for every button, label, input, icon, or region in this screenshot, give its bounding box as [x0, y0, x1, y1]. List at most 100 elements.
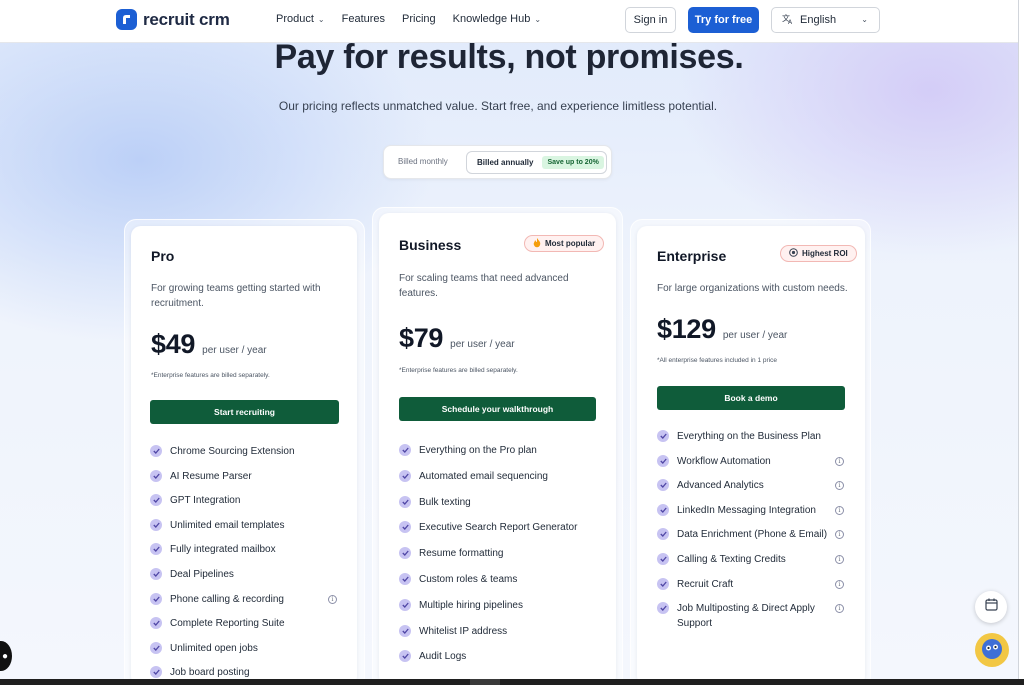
billed-annually-label: Billed annually: [477, 158, 534, 167]
feature-label: Resume formatting: [419, 548, 504, 560]
book-a-demo-button[interactable]: Book a demo: [657, 386, 845, 410]
business-plan-card: Business Most popular For scaling teams …: [379, 213, 616, 685]
check-icon: [657, 528, 669, 541]
feature-label: LinkedIn Messaging Integration: [677, 504, 816, 516]
feature-label: Chrome Sourcing Extension: [170, 446, 295, 457]
calendar-button[interactable]: [975, 591, 1007, 623]
feature-item: Automated email sequencing: [399, 469, 604, 484]
taskbar-item[interactable]: [470, 679, 500, 685]
feature-label: Fully integrated mailbox: [170, 544, 276, 556]
check-icon: [150, 666, 162, 679]
plan-price: $79 per user / year: [399, 323, 515, 354]
translate-icon: 文A: [782, 13, 794, 28]
feature-item: Resume formatting: [399, 546, 604, 561]
chevron-down-icon: ⌄: [861, 15, 868, 24]
info-icon[interactable]: i: [835, 604, 844, 614]
start-recruiting-button[interactable]: Start recruiting: [150, 400, 339, 424]
page-title: Pay for results, not promises.: [274, 38, 744, 76]
business-feature-list: Everything on the Pro plan Automated emai…: [399, 443, 604, 675]
feature-label: Recruit Craft: [677, 578, 734, 590]
check-icon: [150, 518, 162, 531]
check-icon: [399, 547, 411, 560]
check-icon: [150, 494, 162, 507]
save-badge: Save up to 20%: [542, 156, 604, 169]
info-icon[interactable]: i: [835, 505, 844, 515]
check-icon: [150, 617, 162, 630]
logo[interactable]: recruit crm: [116, 9, 230, 30]
feature-label: Automated email sequencing: [419, 470, 548, 482]
check-icon: [657, 577, 669, 590]
plan-description: For growing teams getting started with r…: [151, 283, 321, 309]
info-icon[interactable]: i: [835, 530, 844, 540]
billed-monthly-option[interactable]: Billed monthly: [398, 157, 448, 166]
chat-assistant-button[interactable]: [975, 633, 1009, 667]
billed-annually-option[interactable]: Billed annually Save up to 20%: [466, 151, 607, 174]
plan-note: *All enterprise features included in 1 p…: [657, 357, 777, 364]
info-icon[interactable]: i: [835, 481, 844, 491]
feature-label: Workflow Automation: [677, 455, 771, 467]
feature-item: Data Enrichment (Phone & Email) i: [657, 527, 847, 542]
feature-label: Executive Search Report Generator: [419, 522, 578, 534]
feature-item: Chrome Sourcing Extension: [150, 444, 345, 459]
info-icon[interactable]: i: [835, 456, 844, 466]
feature-item: Custom roles & teams: [399, 572, 604, 587]
feature-item: Unlimited email templates: [150, 518, 345, 533]
info-icon[interactable]: i: [328, 594, 337, 604]
target-icon: [789, 248, 798, 259]
feature-item: Multiple hiring pipelines: [399, 598, 604, 613]
language-selector[interactable]: 文A English ⌄: [771, 7, 880, 33]
feature-label: GPT Integration: [170, 495, 241, 507]
nav-product-label: Product: [276, 13, 314, 25]
price-amount: $49: [151, 329, 196, 359]
check-icon: [657, 503, 669, 516]
badge-label: Highest ROI: [802, 249, 848, 258]
feature-item: Executive Search Report Generator: [399, 520, 604, 535]
plan-note: *Enterprise features are billed separate…: [399, 367, 518, 374]
enterprise-plan-card: Enterprise Highest ROI For large organiz…: [637, 226, 865, 685]
check-icon: [150, 445, 162, 457]
feature-label: AI Resume Parser: [170, 470, 252, 482]
feature-label: Audit Logs: [419, 651, 467, 663]
plan-note: *Enterprise features are billed separate…: [151, 372, 270, 379]
feature-label: Multiple hiring pipelines: [419, 599, 523, 611]
check-icon: [657, 430, 669, 442]
try-for-free-button[interactable]: Try for free: [688, 7, 759, 33]
check-icon: [150, 543, 162, 556]
nav-knowledge-hub[interactable]: Knowledge Hub ⌄: [453, 13, 541, 25]
feature-item: Deal Pipelines: [150, 567, 345, 582]
sign-in-button[interactable]: Sign in: [625, 7, 676, 33]
price-period: per user / year: [722, 330, 788, 341]
check-icon: [399, 598, 411, 611]
info-icon[interactable]: i: [835, 579, 844, 589]
chatbot-icon: [979, 635, 1005, 666]
enterprise-feature-list: Everything on the Business Plan Workflow …: [657, 429, 847, 641]
feature-label: Deal Pipelines: [170, 568, 234, 580]
nav-pricing[interactable]: Pricing: [402, 13, 436, 25]
feature-item: AI Resume Parser: [150, 469, 345, 484]
feature-item: Audit Logs: [399, 649, 604, 664]
billing-toggle: Billed monthly Billed annually Save up t…: [383, 145, 612, 179]
svg-text:A: A: [788, 19, 793, 25]
calendar-icon: [984, 598, 998, 616]
chevron-down-icon: ⌄: [534, 14, 542, 24]
price-period: per user / year: [202, 345, 267, 356]
check-icon: [399, 572, 411, 585]
check-icon: [399, 444, 411, 456]
check-icon: [399, 521, 411, 534]
nav-product[interactable]: Product ⌄: [276, 13, 325, 25]
price-period: per user / year: [450, 339, 515, 350]
check-icon: [150, 641, 162, 654]
feature-label: Unlimited email templates: [170, 519, 285, 531]
chevron-down-icon: ⌄: [317, 14, 325, 24]
pro-feature-list: Chrome Sourcing Extension AI Resume Parse…: [150, 444, 345, 685]
badge-label: Most popular: [545, 239, 596, 248]
feature-label: Whitelist IP address: [419, 625, 508, 637]
feature-item: Unlimited open jobs: [150, 641, 345, 656]
schedule-walkthrough-button[interactable]: Schedule your walkthrough: [399, 397, 596, 421]
plan-name: Enterprise: [657, 248, 727, 264]
nav-features[interactable]: Features: [342, 13, 385, 25]
logo-text: recruit crm: [143, 9, 230, 29]
info-icon[interactable]: i: [835, 554, 844, 564]
feature-item: Everything on the Business Plan: [657, 429, 847, 444]
plan-price: $129 per user / year: [657, 314, 787, 345]
